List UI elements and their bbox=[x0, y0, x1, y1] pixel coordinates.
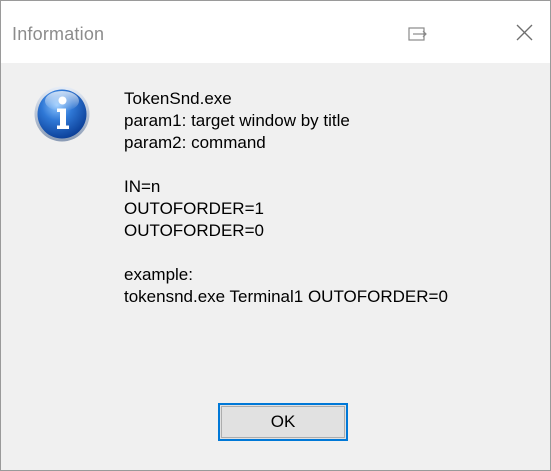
message-line: param1: target window by title bbox=[124, 111, 350, 130]
message-text: TokenSnd.exe param1: target window by ti… bbox=[124, 88, 448, 308]
message-line: example: bbox=[124, 265, 193, 284]
message-line: TokenSnd.exe bbox=[124, 89, 232, 108]
message-line bbox=[124, 154, 448, 176]
restore-window-icon bbox=[408, 27, 427, 41]
message-line: IN=n bbox=[124, 177, 161, 196]
message-line: tokensnd.exe Terminal1 OUTOFORDER=0 bbox=[124, 287, 448, 306]
close-button[interactable] bbox=[505, 15, 551, 55]
message-line: OUTOFORDER=1 bbox=[124, 199, 264, 218]
message-line: param2: command bbox=[124, 133, 266, 152]
information-icon bbox=[33, 85, 91, 143]
window-title: Information bbox=[12, 24, 105, 44]
information-dialog: Information TokenSnd.exe param1: target … bbox=[0, 0, 551, 471]
ok-button[interactable]: OK bbox=[218, 403, 348, 441]
message-line: OUTOFORDER=0 bbox=[124, 221, 264, 240]
close-icon bbox=[516, 24, 533, 41]
dialog-content: TokenSnd.exe param1: target window by ti… bbox=[1, 63, 550, 470]
message-line bbox=[124, 242, 448, 264]
title-bar[interactable]: Information bbox=[1, 1, 550, 63]
restore-window-button[interactable] bbox=[399, 15, 449, 55]
ok-button-label: OK bbox=[270, 412, 296, 431]
